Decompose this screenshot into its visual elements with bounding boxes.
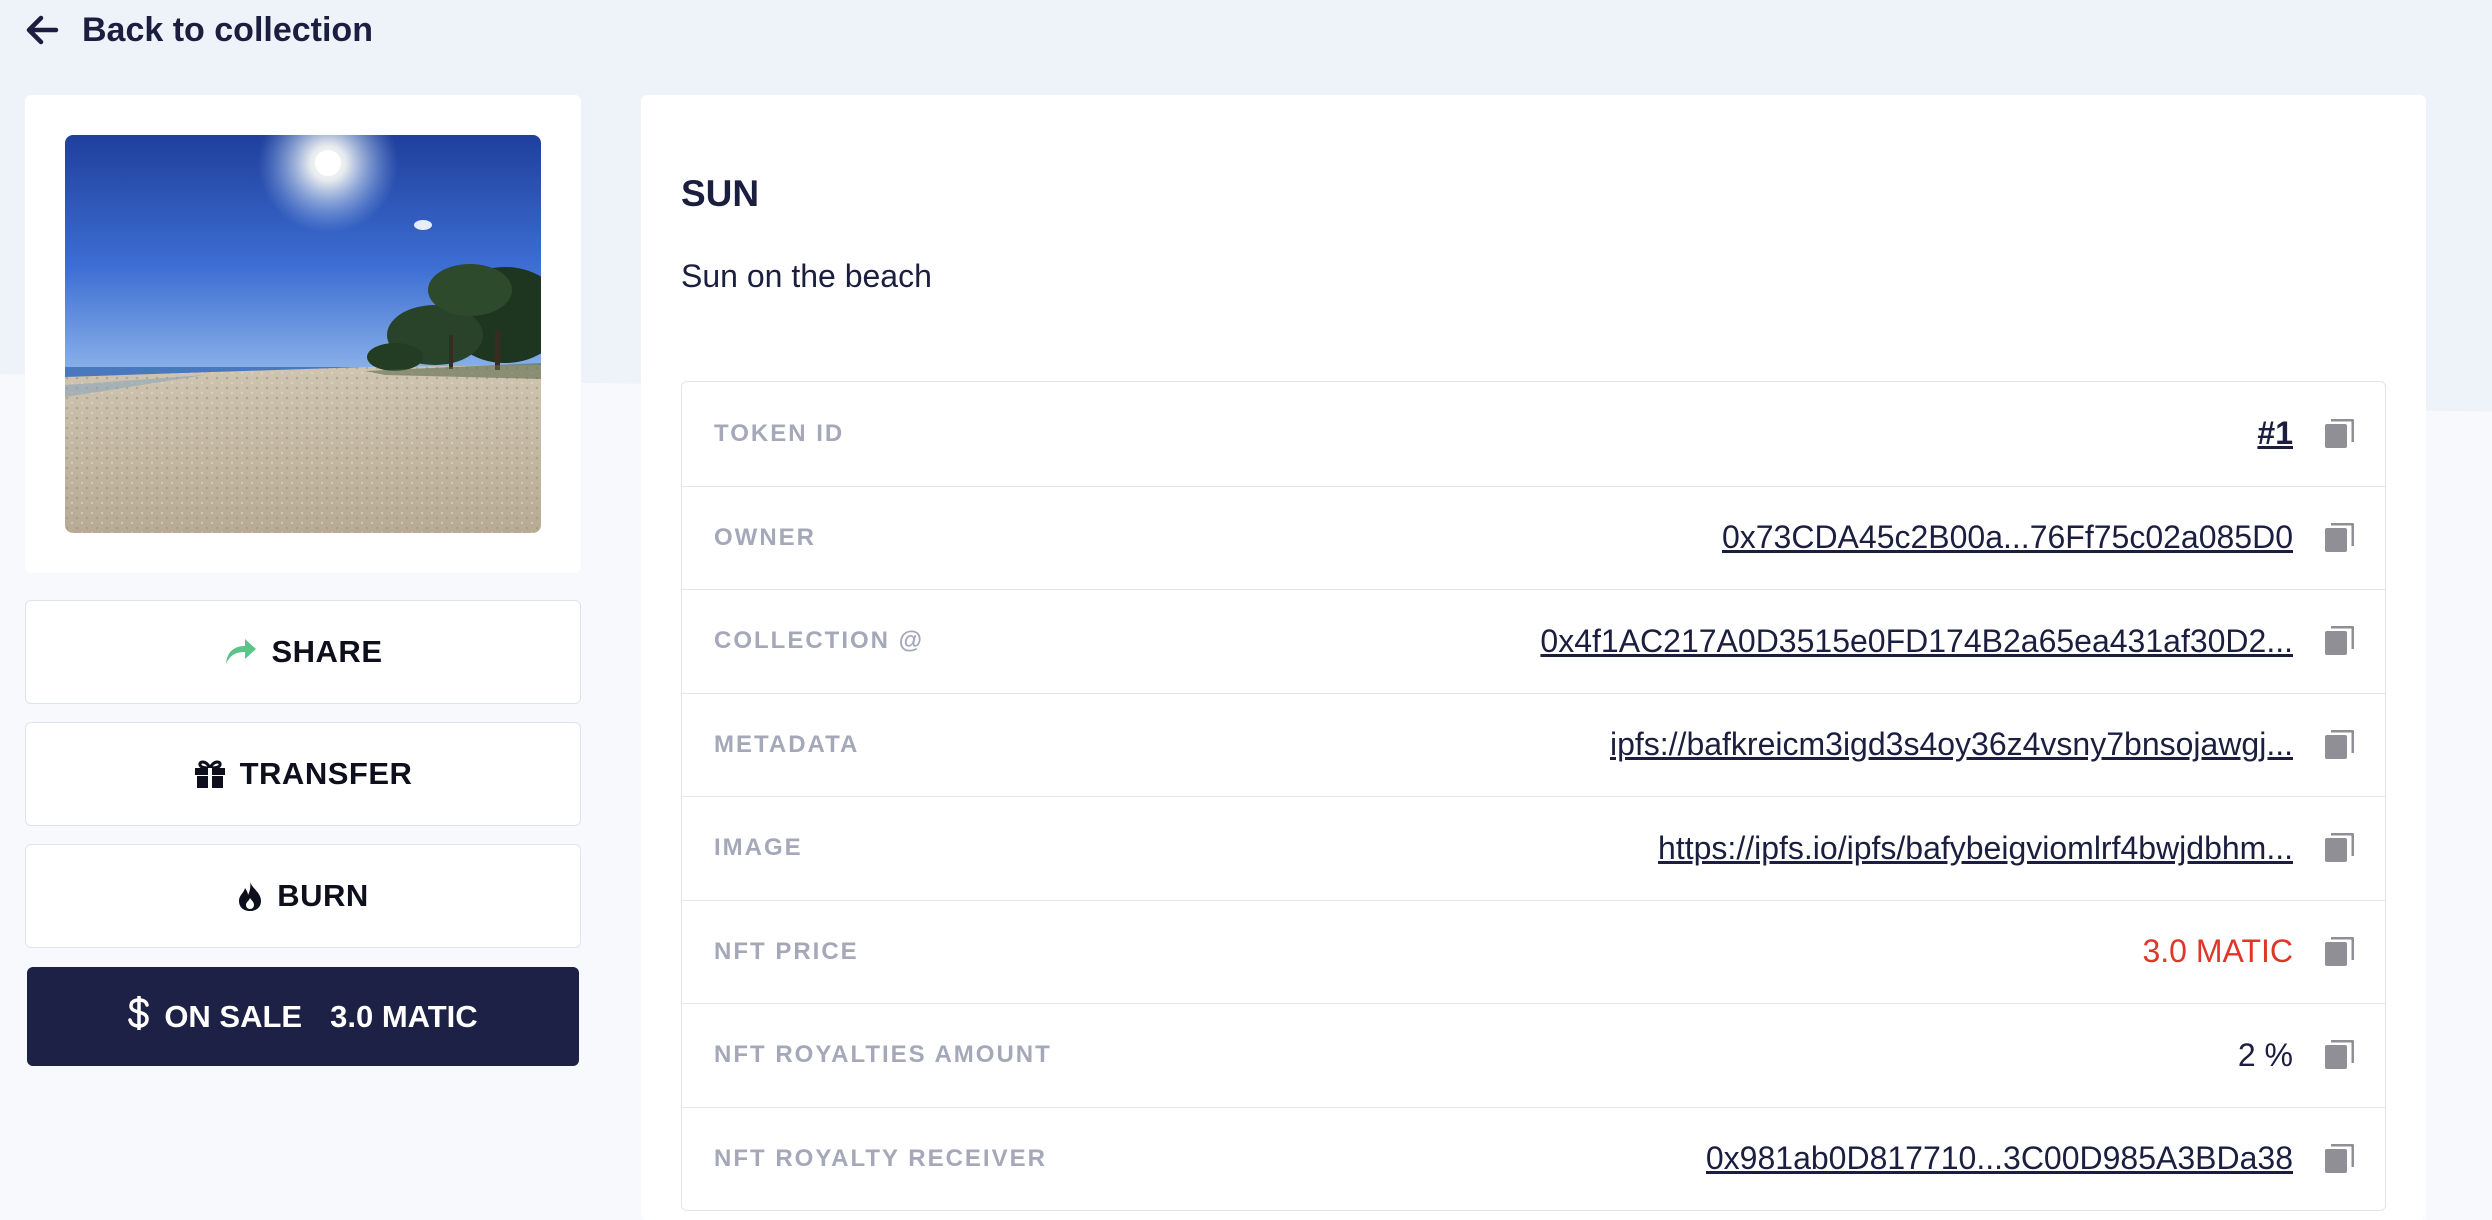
burn-button[interactable]: BURN [25, 844, 581, 948]
royalties-amount-value: 2 % [2237, 1036, 2293, 1073]
row-royalties-amount: NFT ROYALTIES AMOUNT 2 % [682, 1003, 2385, 1107]
burn-label: BURN [277, 878, 369, 913]
row-owner: OWNER 0x73CDA45c2B00a...76Ff75c02a085D0 [682, 485, 2385, 590]
sale-price: 3.0 MATIC [330, 998, 478, 1034]
token-id-link[interactable]: #1 [2257, 415, 2293, 452]
metadata-link[interactable]: ipfs://bafkreicm3igd3s4oy36z4vsny7bnsoja… [1610, 726, 2293, 763]
copy-icon[interactable] [2323, 729, 2355, 761]
copy-icon[interactable] [2323, 1039, 2355, 1071]
row-collection: COLLECTION @ 0x4f1AC217A0D3515e0FD174B2a… [682, 589, 2385, 693]
flame-icon [237, 880, 263, 912]
back-to-collection-link[interactable]: Back to collection [24, 8, 373, 52]
row-label: COLLECTION @ [714, 627, 925, 655]
row-royalty-receiver: NFT ROYALTY RECEIVER 0x981ab0D817710...3… [682, 1106, 2385, 1211]
nft-image-card [25, 95, 581, 573]
copy-icon[interactable] [2323, 936, 2355, 968]
row-label: TOKEN ID [714, 419, 845, 447]
nft-description: Sun on the beach [681, 258, 932, 294]
on-sale-button[interactable]: ON SALE 3.0 MATIC [27, 967, 579, 1066]
row-label: NFT ROYALTIES AMOUNT [714, 1041, 1052, 1069]
row-label: NFT PRICE [714, 937, 859, 965]
row-label: METADATA [714, 730, 860, 758]
gift-icon [194, 759, 226, 789]
copy-icon[interactable] [2323, 418, 2355, 450]
nft-title: SUN [681, 173, 760, 214]
dollar-icon [128, 995, 150, 1038]
row-nft-price: NFT PRICE 3.0 MATIC [682, 899, 2385, 1004]
back-label: Back to collection [82, 10, 373, 49]
nft-image [65, 135, 541, 533]
copy-icon[interactable] [2323, 522, 2355, 554]
image-link[interactable]: https://ipfs.io/ipfs/bafybeigviomlrf4bwj… [1658, 830, 2293, 867]
copy-icon[interactable] [2323, 832, 2355, 864]
nft-details-card: SUN Sun on the beach TOKEN ID #1 OWNER 0… [641, 95, 2426, 1220]
row-metadata: METADATA ipfs://bafkreicm3igd3s4oy36z4vs… [682, 692, 2385, 797]
row-label: NFT ROYALTY RECEIVER [714, 1144, 1047, 1172]
transfer-label: TRANSFER [239, 756, 413, 791]
nft-price-value: 3.0 MATIC [2142, 933, 2293, 970]
royalty-receiver-link[interactable]: 0x981ab0D817710...3C00D985A3BDa38 [1706, 1140, 2293, 1177]
owner-address-link[interactable]: 0x73CDA45c2B00a...76Ff75c02a085D0 [1722, 519, 2293, 556]
share-label: SHARE [271, 634, 383, 669]
arrow-left-icon [24, 12, 60, 48]
collection-address-link[interactable]: 0x4f1AC217A0D3515e0FD174B2a65ea431af30D2… [1540, 623, 2293, 660]
transfer-button[interactable]: TRANSFER [25, 722, 581, 826]
details-table: TOKEN ID #1 OWNER 0x73CDA45c2B00a...76Ff… [681, 381, 2386, 1211]
row-token-id: TOKEN ID #1 [682, 382, 2385, 486]
row-label: IMAGE [714, 834, 803, 862]
copy-icon[interactable] [2323, 625, 2355, 657]
row-label: OWNER [714, 523, 816, 551]
share-arrow-icon [223, 637, 257, 667]
on-sale-label: ON SALE [164, 998, 303, 1034]
copy-icon[interactable] [2323, 1143, 2355, 1175]
share-button[interactable]: SHARE [25, 600, 581, 704]
row-image: IMAGE https://ipfs.io/ipfs/bafybeigvioml… [682, 796, 2385, 900]
